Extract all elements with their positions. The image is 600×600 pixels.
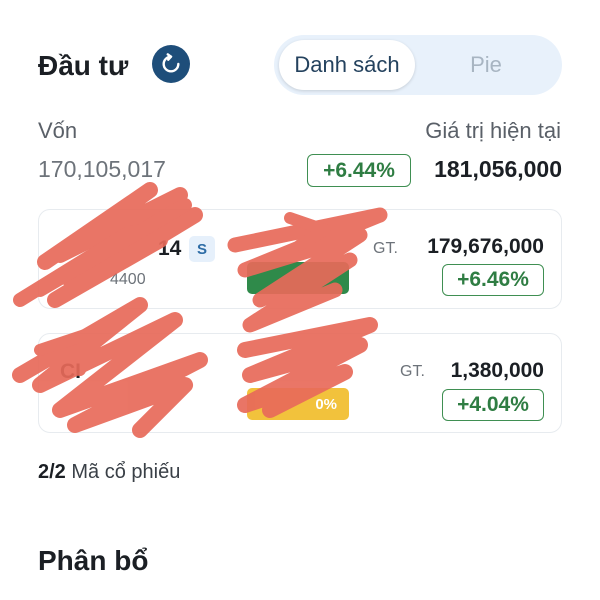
holding-1-gt-label: GT. (373, 240, 398, 257)
capital-amount: 170,105,017 (38, 156, 166, 182)
tab-pie[interactable]: Pie (415, 40, 557, 90)
current-value-label: Giá trị hiện tại (425, 118, 561, 143)
holding-1-sub: 4400 (110, 271, 146, 288)
holding-2-bar: 0% (247, 388, 349, 420)
holding-2-gt-label: GT. (400, 363, 425, 380)
total-change-badge: +6.44% (307, 154, 411, 187)
holding-1-change-badge: +6.46% (442, 264, 544, 296)
holding-1-bar (247, 262, 349, 294)
holding-1-ticker: 14 (158, 237, 182, 260)
capital-label: Vốn (38, 118, 78, 143)
current-value-amount: 181,056,000 (434, 156, 562, 182)
holdings-count-value: 2/2 (38, 461, 66, 483)
holding-1-tag: S (189, 236, 215, 262)
holding-1-value: 179,676,000 (427, 235, 544, 258)
tab-list[interactable]: Danh sách (279, 40, 415, 90)
refresh-icon (162, 53, 180, 73)
holding-2-change-badge: +4.04% (442, 389, 544, 421)
holding-2-ticker: CI (60, 360, 81, 383)
holdings-count: 2/2 Mã cổ phiếu (38, 461, 180, 484)
allocation-section-title: Phân bổ (38, 545, 149, 576)
holdings-count-label: Mã cổ phiếu (71, 461, 181, 483)
refresh-button[interactable] (152, 45, 190, 83)
page-title: Đầu tư (38, 50, 129, 81)
holding-2-value: 1,380,000 (450, 359, 544, 382)
